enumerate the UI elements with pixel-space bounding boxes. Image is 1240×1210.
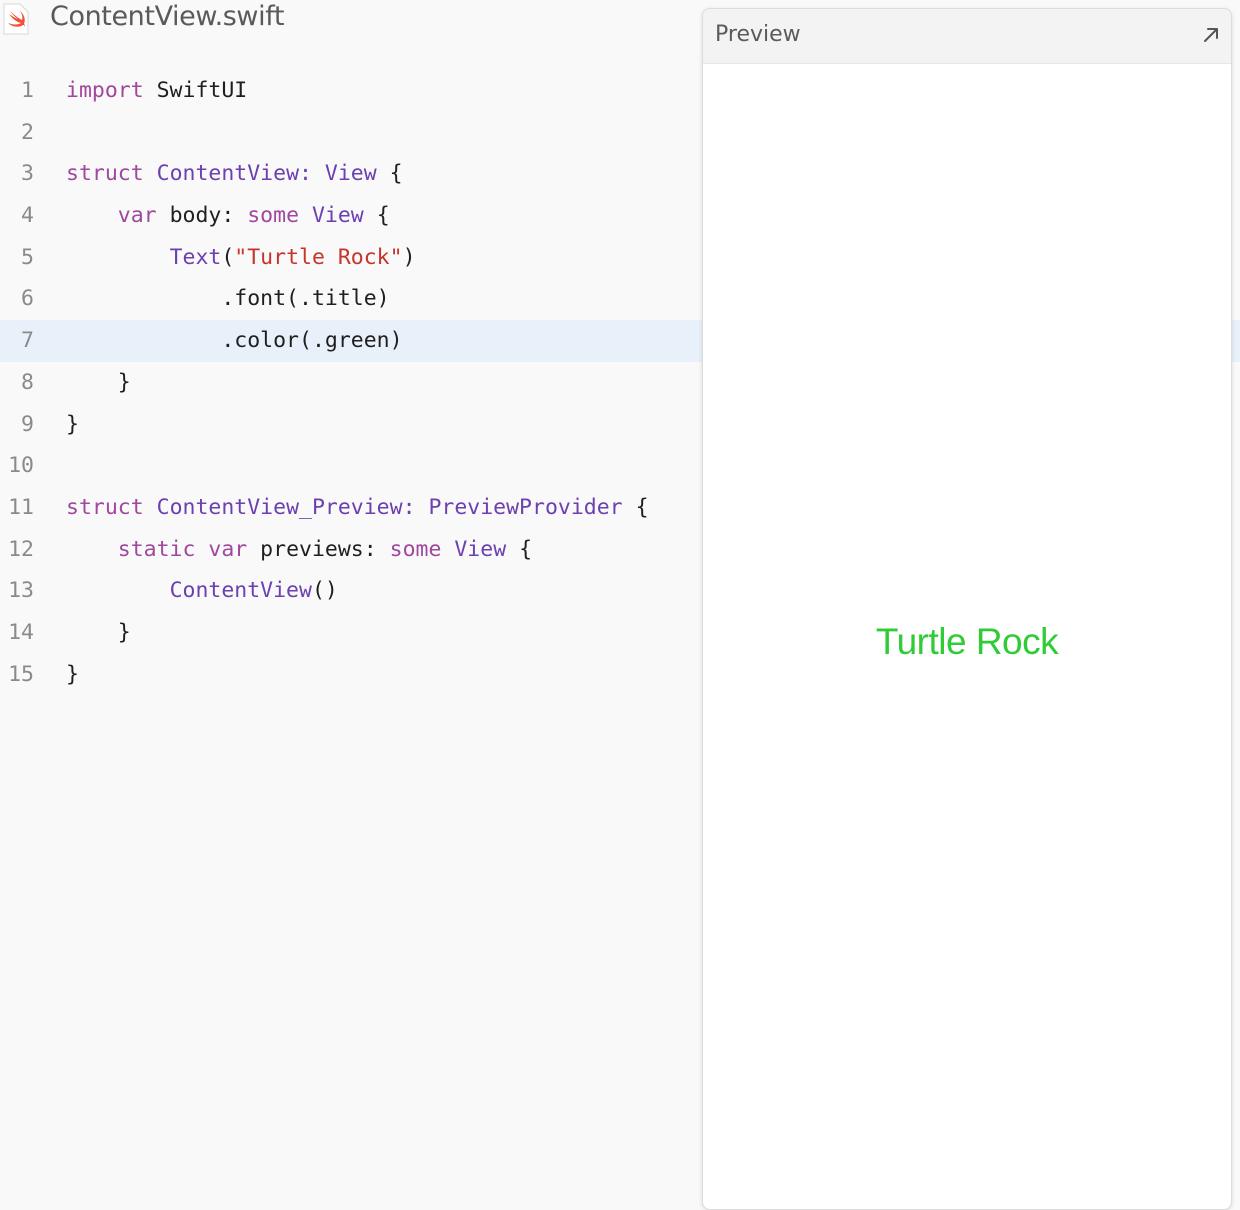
code-token: View (454, 536, 507, 562)
line-number: 14 (8, 619, 34, 645)
preview-title: Preview (715, 22, 801, 47)
code-token: ContentView (169, 578, 312, 604)
line-number: 1 (21, 78, 34, 103)
line-number: 13 (8, 578, 34, 604)
code-token: } (66, 661, 79, 687)
line-number: 5 (21, 244, 34, 270)
active-line-highlight-edge (1231, 320, 1240, 362)
code-text: var body: some View { (66, 195, 390, 237)
code-line[interactable]: 6 .font(.title) (0, 278, 702, 320)
line-number: 4 (21, 203, 34, 229)
code-token: import (66, 78, 144, 103)
code-line[interactable]: 2 (0, 112, 702, 154)
code-editor[interactable]: 1 import SwiftUI 2 3 struct ContentView: Vie… (0, 70, 702, 695)
code-token: { (622, 494, 649, 520)
line-number: 9 (21, 411, 34, 437)
line-number: 15 (8, 661, 34, 687)
code-line[interactable]: 4 var body: some View { (0, 195, 702, 237)
code-text: static var previews: some View { (66, 529, 532, 571)
line-number: 10 (8, 453, 34, 479)
code-token: } (66, 411, 79, 437)
code-text: } (66, 404, 79, 446)
code-text: } (66, 654, 79, 696)
code-line[interactable]: 12 static var previews: some View { (0, 529, 702, 571)
code-token: Text (169, 244, 222, 270)
code-token: body: (156, 203, 248, 229)
code-token: ) (402, 244, 416, 270)
expand-arrow-icon[interactable] (1201, 25, 1221, 45)
code-token: ContentView: View (156, 161, 377, 187)
code-token: struct (66, 494, 144, 520)
code-token: struct (66, 161, 144, 187)
code-token: { (506, 536, 533, 562)
code-text: } (66, 612, 131, 654)
code-text: Text("Turtle Rock") (66, 237, 416, 279)
code-line[interactable]: 15} (0, 654, 702, 696)
code-token: SwiftUI (143, 78, 248, 103)
line-number: 11 (8, 494, 34, 520)
editor-tab[interactable]: ContentView.swift (0, 0, 680, 38)
code-token: .color(.green) (66, 328, 403, 354)
code-token: ( (221, 244, 235, 270)
file-name: ContentView.swift (50, 1, 285, 32)
code-text: struct ContentView: View { (66, 153, 403, 195)
line-number: 12 (8, 536, 34, 562)
code-text: .color(.green) (66, 320, 403, 362)
code-line[interactable]: 3 struct ContentView: View { (0, 153, 702, 195)
code-token: View (311, 203, 364, 229)
code-token: previews: (247, 536, 390, 562)
code-line[interactable]: 13 ContentView() (0, 570, 702, 612)
code-token: } (66, 619, 131, 645)
code-token: { (363, 203, 390, 229)
preview-rendered-text: Turtle Rock (875, 621, 1059, 662)
code-token: static var (117, 536, 248, 562)
code-text: import SwiftUI (66, 70, 247, 112)
code-line[interactable]: 9} (0, 404, 702, 446)
line-number: 6 (21, 286, 34, 312)
code-line[interactable]: 7 .color(.green) (0, 320, 702, 362)
line-number: 7 (21, 328, 34, 354)
code-token: var (117, 203, 157, 229)
code-text: struct ContentView_Preview: PreviewProvi… (66, 487, 649, 529)
code-text: } (66, 362, 131, 404)
code-token: some (247, 203, 300, 229)
preview-header: Preview (703, 9, 1231, 64)
code-line[interactable]: 11 struct ContentView_Preview: PreviewPro… (0, 487, 702, 529)
code-line[interactable]: 10 (0, 445, 702, 487)
code-token: .font(.title) (66, 286, 390, 312)
code-line[interactable]: 1 import SwiftUI (0, 70, 702, 112)
code-token: some (389, 536, 442, 562)
code-text: ContentView() (66, 570, 338, 612)
code-token: "Turtle Rock" (234, 244, 403, 270)
swift-file-icon (3, 3, 29, 35)
code-line[interactable]: 8 } (0, 362, 702, 404)
line-number: 2 (21, 119, 34, 145)
code-line[interactable]: 14 } (0, 612, 702, 654)
line-number: 3 (21, 161, 34, 187)
code-token: ContentView_Preview: PreviewProvider (156, 494, 623, 520)
code-line[interactable]: 5 Text("Turtle Rock") (0, 237, 702, 279)
preview-panel: Preview Turtle Rock (702, 8, 1232, 1210)
code-text: .font(.title) (66, 278, 390, 320)
line-number: 8 (21, 369, 34, 395)
code-token: } (66, 369, 131, 395)
code-token: { (376, 161, 403, 187)
code-token: () (311, 578, 338, 604)
